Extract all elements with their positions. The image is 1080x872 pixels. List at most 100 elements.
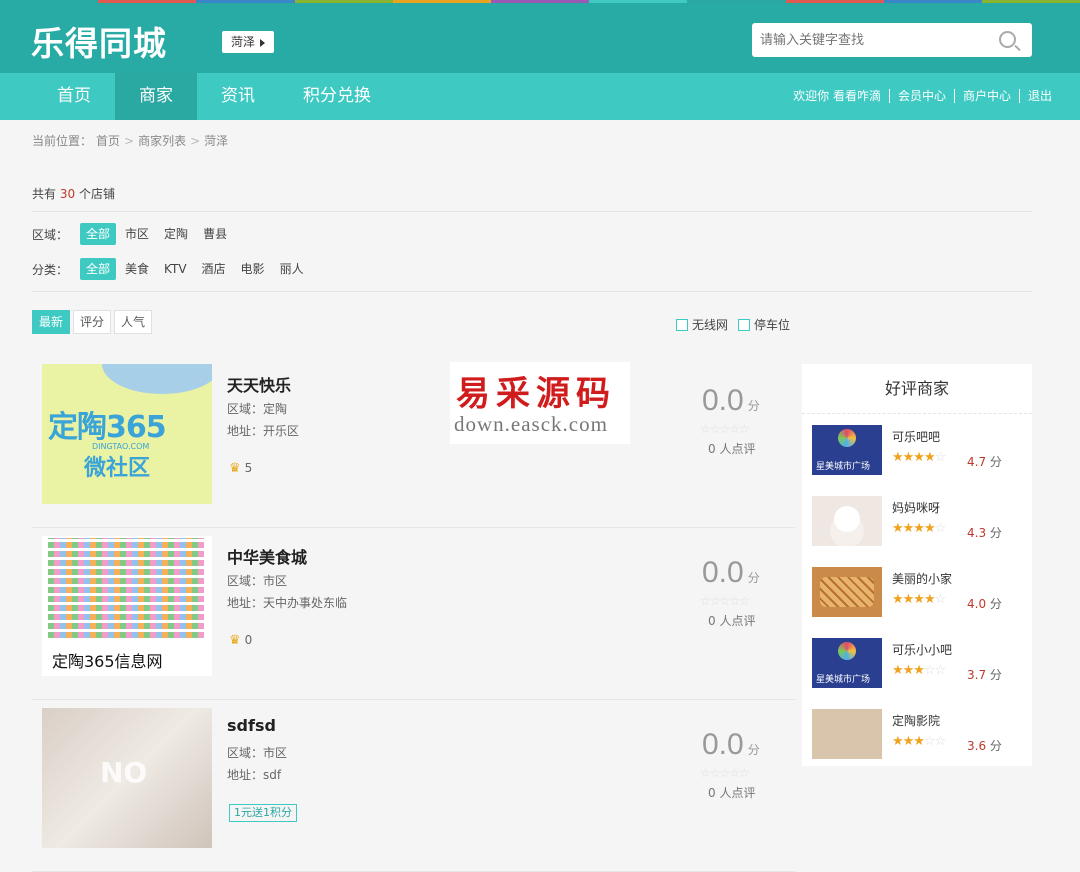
top-shop-score: 4.3 分 — [967, 524, 1002, 541]
amenity-label: 停车位 — [754, 318, 791, 332]
sort-tab[interactable]: 评分 — [73, 310, 112, 334]
city-label: 菏泽 — [231, 35, 256, 49]
amenity-checkbox[interactable]: 无线网 — [676, 316, 728, 333]
shop-name[interactable]: sdfsd — [227, 716, 276, 735]
shop-thumbnail[interactable]: NO — [42, 708, 212, 848]
top-rated-sidebar: 好评商家 星美城市广场 可乐吧吧 ★★★★☆ 4.7 分妈妈咪呀 ★★★★☆ 4.3 分美… — [802, 364, 1032, 766]
site-logo[interactable]: 乐得同城 — [31, 17, 167, 65]
shop-list-item[interactable]: NO sdfsd 区域：市区 地址：sdf 1元送1积分 0.0 分 ☆☆☆☆☆ 0 人点评 — [32, 700, 795, 872]
top-shop-item[interactable]: 美丽的小家 ★★★★☆ 4.0 分 — [812, 567, 1022, 622]
user-link[interactable]: 退出 — [1020, 89, 1052, 103]
search-icon[interactable] — [999, 31, 1016, 48]
category-option[interactable]: 酒店 — [196, 258, 232, 280]
nav-item[interactable]: 商家 — [115, 73, 197, 120]
shop-list-item[interactable]: 定陶365信息网 中华美食城 区域：市区 地址：天中办事处东临 ♛ 0 0.0 分 ☆☆☆☆☆ 0… — [32, 528, 795, 700]
nav-item[interactable]: 积分兑换 — [279, 73, 395, 120]
review-count: 0 人点评 — [708, 614, 756, 628]
checkbox-icon[interactable] — [676, 318, 688, 331]
area-option[interactable]: 定陶 — [158, 223, 194, 245]
category-option[interactable]: 丽人 — [274, 258, 310, 280]
top-shop-item[interactable]: 星美城市广场 可乐吧吧 ★★★★☆ 4.7 分 — [812, 425, 1022, 480]
search-input[interactable] — [752, 23, 982, 57]
breadcrumb-item[interactable]: 商家列表 — [138, 134, 186, 148]
brand-logo-icon — [838, 642, 856, 660]
shop-name[interactable]: 天天快乐 — [227, 372, 291, 396]
shop-area: 区域：市区 — [227, 746, 288, 760]
sort-tab[interactable]: 最新 — [32, 310, 71, 334]
shop-area: 区域：定陶 — [227, 402, 288, 416]
crown-icon: ♛ — [229, 461, 241, 476]
score-value: 0.0 — [702, 384, 744, 417]
top-shop-item[interactable]: 妈妈咪呀 ★★★★☆ 4.3 分 — [812, 496, 1022, 551]
score-unit: 分 — [747, 571, 760, 585]
review-count: 0 人点评 — [708, 442, 756, 456]
user-link[interactable]: 会员中心 — [890, 89, 955, 103]
top-shop-name[interactable]: 美丽的小家 — [892, 570, 952, 587]
amenity-checkbox[interactable]: 停车位 — [738, 316, 790, 333]
top-shop-thumbnail[interactable]: 星美城市广场 — [812, 425, 882, 475]
area-option[interactable]: 曹县 — [197, 223, 233, 245]
shop-score: 0.0 分 — [702, 728, 760, 762]
fav-count: 5 — [244, 461, 253, 475]
shop-favorites: ♛ 0 — [229, 633, 252, 648]
score-value: 0.0 — [702, 556, 744, 589]
area-option[interactable]: 全部 — [80, 223, 117, 245]
empty-star-icon: ☆ — [934, 592, 947, 607]
checkbox-icon[interactable] — [738, 318, 751, 331]
divider — [32, 291, 1032, 292]
empty-star-icon: ☆☆ — [923, 734, 946, 749]
nav-item[interactable]: 首页 — [33, 73, 115, 120]
divider — [32, 211, 1032, 212]
score-unit: 分 — [989, 668, 1002, 682]
category-option[interactable]: KTV — [158, 258, 192, 280]
sort-tab[interactable]: 人气 — [114, 310, 153, 334]
top-shop-name[interactable]: 可乐吧吧 — [892, 428, 940, 445]
category-option[interactable]: 全部 — [80, 258, 117, 280]
shop-thumbnail[interactable]: 定陶365 DINGTAO.COM 微社区 — [42, 364, 212, 504]
score-value: 4.7 — [967, 455, 987, 469]
amenity-label: 无线网 — [692, 318, 729, 332]
fav-count: 0 — [244, 633, 253, 647]
city-selector[interactable]: 菏泽 — [222, 31, 275, 53]
user-link[interactable]: 欢迎你 看看咋滴 — [785, 89, 890, 103]
top-shop-name[interactable]: 可乐小小吧 — [892, 641, 952, 658]
top-shop-thumbnail[interactable] — [812, 496, 882, 546]
empty-star-icon: ☆☆ — [923, 663, 946, 678]
score-value: 3.7 — [967, 668, 987, 682]
shop-promo-tag: 1元送1积分 — [229, 804, 297, 822]
empty-star-icon: ☆ — [934, 521, 947, 536]
nav-item[interactable]: 资讯 — [197, 73, 279, 120]
score-unit: 分 — [989, 739, 1002, 753]
shop-thumbnail[interactable]: 定陶365信息网 — [42, 536, 212, 676]
top-shop-thumbnail[interactable] — [812, 709, 882, 759]
brand-logo-icon — [838, 429, 856, 447]
score-unit: 分 — [989, 597, 1002, 611]
qr-code-mask — [48, 538, 204, 638]
top-shop-item[interactable]: 定陶影院 ★★★☆☆ 3.6 分 — [812, 709, 1022, 764]
top-shop-thumbnail[interactable] — [812, 567, 882, 617]
star-rating-icon: ★★★☆☆ — [892, 734, 946, 749]
caret-right-icon — [260, 38, 266, 47]
shop-address: 地址：sdf — [227, 768, 282, 782]
category-option[interactable]: 美食 — [119, 258, 155, 280]
shop-list-item[interactable]: 定陶365 DINGTAO.COM 微社区 天天快乐 区域：定陶 地址：开乐区 ♛ 5 0.0 分… — [32, 356, 795, 528]
score-value: 0.0 — [702, 728, 744, 761]
category-option[interactable]: 电影 — [235, 258, 271, 280]
star-rating-icon: ★★★★☆ — [892, 592, 947, 607]
user-link[interactable]: 商户中心 — [955, 89, 1020, 103]
score-value: 4.0 — [967, 597, 987, 611]
breadcrumb-item[interactable]: 首页 — [96, 134, 120, 148]
amenity-checks: 无线网 停车位 — [676, 316, 800, 333]
shop-count: 共有 30 个店铺 — [32, 185, 115, 202]
shop-name[interactable]: 中华美食城 — [227, 544, 307, 568]
top-shop-name[interactable]: 妈妈咪呀 — [892, 499, 940, 516]
top-shop-item[interactable]: 星美城市广场 可乐小小吧 ★★★☆☆ 3.7 分 — [812, 638, 1022, 693]
shop-favorites: ♛ 5 — [229, 461, 252, 476]
top-shop-name[interactable]: 定陶影院 — [892, 712, 940, 729]
area-option[interactable]: 市区 — [119, 223, 155, 245]
area-filter-label: 区域： — [32, 227, 69, 242]
score-unit: 分 — [747, 399, 760, 413]
top-shop-thumbnail[interactable]: 星美城市广场 — [812, 638, 882, 688]
shop-score: 0.0 分 — [702, 384, 760, 418]
watermark-cn: 易采源码 — [456, 374, 616, 414]
